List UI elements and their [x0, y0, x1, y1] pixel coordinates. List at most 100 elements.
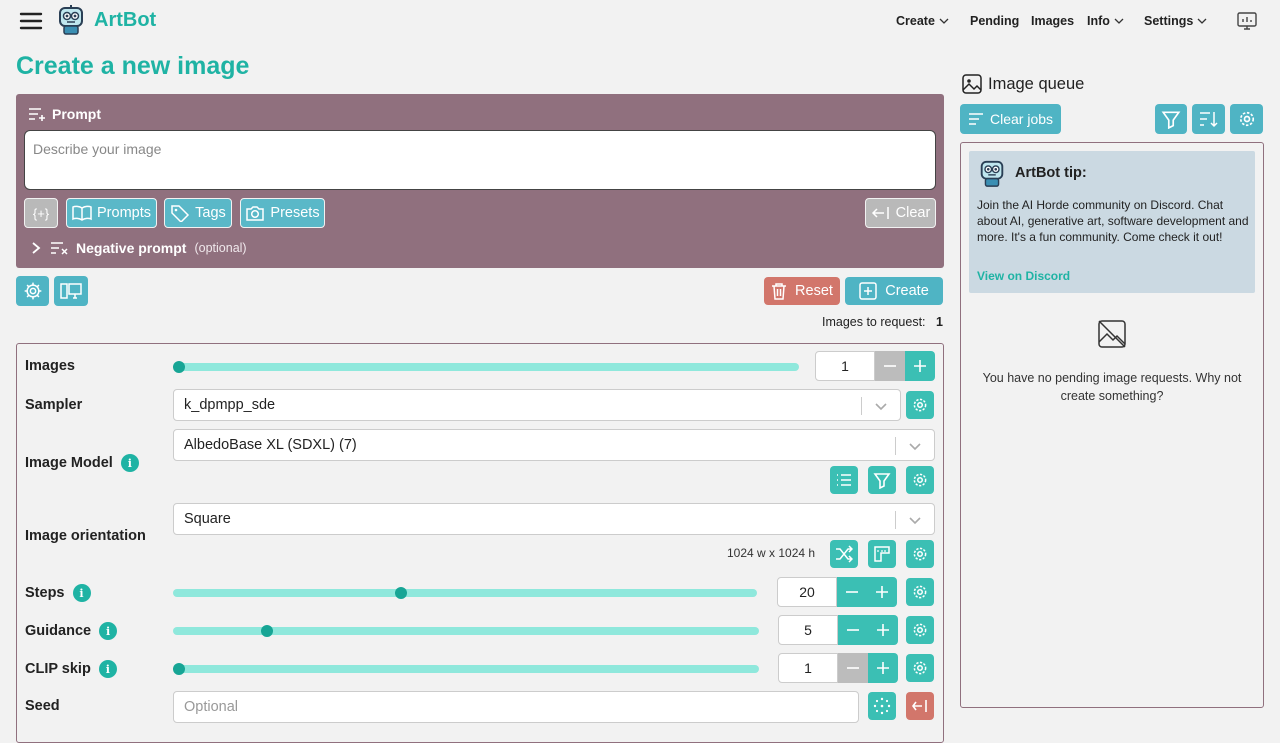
reset-button[interactable]: Reset	[764, 277, 840, 305]
seed-input[interactable]	[173, 691, 859, 723]
layout-icon	[60, 283, 82, 299]
tags-button[interactable]: Tags	[164, 198, 232, 228]
model-list-button[interactable]	[830, 466, 858, 494]
braces-label: {+}	[32, 205, 50, 221]
random-seed-button[interactable]	[868, 692, 896, 720]
slider-thumb[interactable]	[173, 663, 185, 675]
images-increment-button[interactable]	[905, 351, 935, 381]
gear-icon	[913, 473, 927, 487]
steps-number-input[interactable]: 20	[777, 577, 837, 607]
monitor-icon[interactable]	[1236, 10, 1258, 32]
model-settings-button[interactable]	[906, 466, 934, 494]
aspect-ratio-button[interactable]	[868, 540, 896, 568]
image-model-select[interactable]: AlbedoBase XL (SDXL) (7)	[173, 429, 935, 461]
layout-toggle-button[interactable]	[54, 276, 88, 306]
steps-increment-button[interactable]	[867, 577, 897, 607]
negative-prompt-toggle[interactable]: Negative prompt (optional)	[30, 240, 247, 256]
guidance-number-input[interactable]: 5	[778, 615, 838, 645]
sampler-select[interactable]: k_dpmpp_sde	[173, 389, 901, 421]
sampler-settings-button[interactable]	[906, 391, 934, 419]
nav-images[interactable]: Images	[1031, 14, 1074, 28]
chevron-down-icon	[1114, 18, 1124, 24]
guidance-settings-button[interactable]	[906, 616, 934, 644]
queue-sort-button[interactable]	[1192, 104, 1225, 134]
prompt-heading: Prompt	[28, 106, 101, 122]
nav-settings[interactable]: Settings	[1144, 14, 1208, 28]
steps-decrement-button[interactable]	[837, 577, 867, 607]
clip-skip-increment-button[interactable]	[868, 653, 898, 683]
clear-prompt-button[interactable]: Clear	[865, 198, 936, 228]
plus-icon	[877, 662, 889, 674]
plus-icon	[877, 624, 889, 636]
guidance-decrement-button[interactable]	[838, 615, 868, 645]
hamburger-menu-icon[interactable]	[18, 8, 44, 34]
gear-icon	[913, 398, 927, 412]
trash-icon	[772, 283, 787, 300]
steps-slider[interactable]	[173, 587, 757, 599]
orientation-select[interactable]: Square	[173, 503, 935, 535]
model-filter-button[interactable]	[868, 466, 896, 494]
chevron-down-icon	[939, 18, 949, 24]
presets-button[interactable]: Presets	[240, 198, 325, 228]
clear-label: Clear	[895, 205, 931, 221]
gear-icon	[913, 585, 927, 599]
create-button[interactable]: Create	[845, 277, 943, 305]
shuffle-button[interactable]	[830, 540, 858, 568]
guidance-slider[interactable]	[173, 625, 759, 637]
settings-button[interactable]	[16, 276, 49, 306]
nav-info[interactable]: Info	[1087, 14, 1125, 28]
slider-thumb[interactable]	[394, 587, 407, 599]
arrow-left-bar-icon	[912, 700, 927, 712]
nav-settings-label: Settings	[1144, 14, 1194, 28]
minus-icon	[847, 629, 859, 631]
images-decrement-button[interactable]	[875, 351, 905, 381]
info-icon[interactable]: i	[99, 622, 118, 640]
artbot-logo-icon[interactable]	[55, 4, 87, 36]
nav-create[interactable]: Create	[896, 14, 950, 28]
no-image-icon	[1097, 319, 1127, 349]
images-label-text: Images	[25, 358, 75, 374]
brand-name[interactable]: ArtBot	[94, 9, 156, 32]
presets-label: Presets	[270, 205, 320, 221]
info-icon[interactable]: i	[120, 454, 139, 472]
clip-skip-decrement-button[interactable]	[838, 653, 868, 683]
steps-label-text: Steps	[25, 585, 65, 601]
nav-pending[interactable]: Pending	[970, 14, 1019, 28]
camera-icon	[246, 206, 265, 221]
page-title: Create a new image	[16, 52, 250, 80]
view-on-discord-link[interactable]: View on Discord	[977, 269, 1070, 283]
tip-text: Join the AI Horde community on Discord. …	[977, 198, 1249, 244]
empty-queue-text: You have no pending image requests. Why …	[982, 371, 1242, 403]
clip-skip-number-input[interactable]: 1	[778, 653, 838, 683]
prompt-braces-button[interactable]: {+}	[24, 198, 58, 228]
clip-skip-settings-button[interactable]	[906, 654, 934, 682]
info-icon[interactable]: i	[98, 660, 117, 678]
sampler-label: Sampler	[25, 397, 82, 413]
chevron-down-icon	[909, 517, 921, 525]
gear-icon	[1239, 111, 1254, 127]
steps-settings-button[interactable]	[906, 578, 934, 606]
orientation-settings-button[interactable]	[906, 540, 934, 568]
slider-thumb[interactable]	[260, 625, 273, 637]
images-slider[interactable]	[173, 361, 799, 373]
sampler-value: k_dpmpp_sde	[184, 397, 276, 413]
reset-label: Reset	[795, 283, 833, 299]
guidance-label-text: Guidance	[25, 623, 92, 639]
filter-icon	[873, 473, 891, 489]
queue-filter-button[interactable]	[1155, 104, 1187, 134]
info-icon[interactable]: i	[72, 584, 91, 602]
images-number-input[interactable]: 1	[815, 351, 875, 381]
negative-prompt-optional: (optional)	[194, 241, 247, 255]
queue-settings-button[interactable]	[1230, 104, 1263, 134]
slider-thumb[interactable]	[173, 361, 185, 373]
clear-seed-button[interactable]	[906, 692, 934, 720]
prompt-input[interactable]	[24, 130, 936, 190]
clip-skip-slider[interactable]	[173, 663, 759, 675]
guidance-increment-button[interactable]	[868, 615, 898, 645]
shuffle-icon	[836, 545, 853, 563]
clear-jobs-button[interactable]: Clear jobs	[960, 104, 1061, 134]
arrow-left-bar-icon	[871, 207, 889, 219]
tag-icon	[171, 205, 190, 222]
prompts-button[interactable]: Prompts	[66, 198, 157, 228]
gear-icon	[913, 547, 927, 561]
